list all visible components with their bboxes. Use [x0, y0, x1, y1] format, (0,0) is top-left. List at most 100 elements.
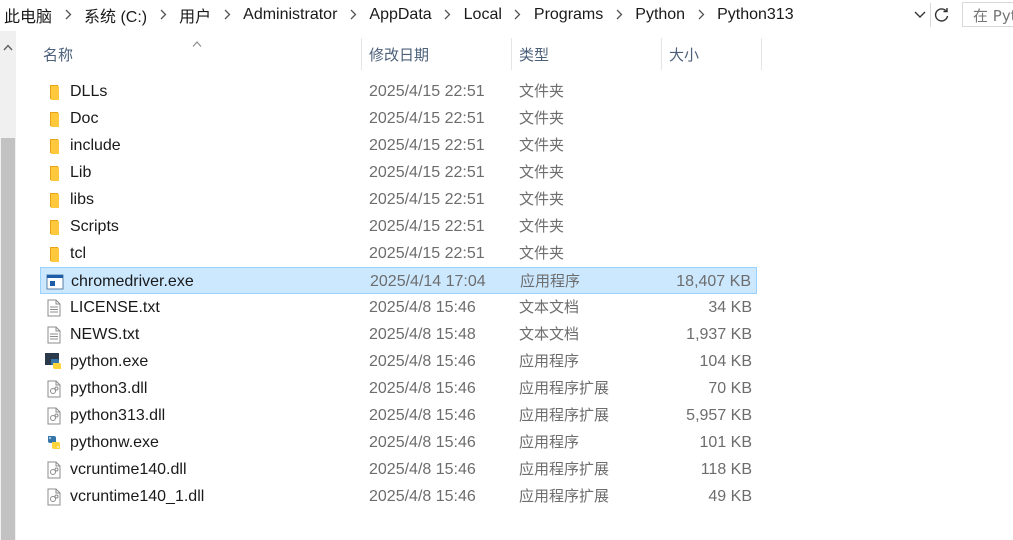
- column-divider[interactable]: [761, 38, 762, 70]
- file-name: Scripts: [70, 218, 119, 235]
- file-type: 应用程序扩展: [519, 406, 610, 424]
- file-row[interactable]: vcruntime140_1.dll 2025/4/8 15:46 应用程序扩展 49…: [40, 483, 757, 510]
- file-row[interactable]: pythonw.exe 2025/4/8 15:46 应用程序 101 KB: [40, 429, 757, 456]
- file-type: 文件夹: [519, 190, 565, 208]
- column-header-name[interactable]: 名称: [43, 38, 358, 70]
- file-name: Doc: [70, 110, 99, 127]
- file-name: LICENSE.txt: [70, 299, 160, 316]
- file-modified-date: 2025/4/8 15:46: [369, 353, 476, 370]
- column-divider[interactable]: [361, 38, 362, 70]
- file-row[interactable]: python3.dll 2025/4/8 15:46 应用程序扩展 70 KB: [40, 375, 757, 402]
- exe-app-icon: [46, 273, 64, 291]
- file-row[interactable]: Lib 2025/4/15 22:51 文件夹: [40, 159, 757, 186]
- file-name: Lib: [70, 164, 92, 181]
- breadcrumb-item[interactable]: Administrator: [238, 6, 342, 24]
- folder-icon: [45, 164, 63, 182]
- file-modified-date: 2025/4/15 22:51: [369, 83, 485, 100]
- file-row[interactable]: libs 2025/4/15 22:51 文件夹: [40, 186, 757, 213]
- folder-icon: [45, 110, 63, 128]
- file-modified-date: 2025/4/8 15:46: [369, 488, 476, 505]
- breadcrumb-item[interactable]: Python313: [712, 6, 799, 24]
- breadcrumb-chevron-icon[interactable]: [507, 7, 529, 23]
- breadcrumb-item[interactable]: Local: [459, 6, 507, 24]
- file-modified-date: 2025/4/15 22:51: [369, 110, 485, 127]
- pythonw-exe-icon: [45, 434, 63, 452]
- text-file-icon: [45, 326, 63, 344]
- folder-icon: [45, 218, 63, 236]
- file-name: vcruntime140.dll: [70, 461, 187, 478]
- dll-file-icon: [45, 407, 63, 425]
- folder-icon: [45, 245, 63, 263]
- scrollbar-thumb[interactable]: [1, 138, 15, 540]
- breadcrumb-item[interactable]: 用户: [174, 3, 216, 27]
- file-type: 文件夹: [519, 217, 565, 235]
- refresh-button[interactable]: [930, 3, 953, 27]
- breadcrumb[interactable]: 此电脑 系统 (C:) 用户 Administrator AppData Local Pro…: [0, 0, 799, 30]
- file-row[interactable]: python.exe 2025/4/8 15:46 应用程序 104 KB: [40, 348, 757, 375]
- search-input[interactable]: [962, 2, 1013, 27]
- address-bar[interactable]: 此电脑 系统 (C:) 用户 Administrator AppData Local Pro…: [0, 0, 1013, 31]
- file-modified-date: 2025/4/15 22:51: [369, 245, 485, 262]
- folder-icon: [45, 191, 63, 209]
- column-header-size[interactable]: 大小: [669, 38, 759, 70]
- file-name: python.exe: [70, 353, 149, 370]
- file-modified-date: 2025/4/15 22:51: [369, 218, 485, 235]
- file-size: 49 KB: [708, 488, 752, 505]
- file-name: DLLs: [70, 83, 108, 100]
- file-name: pythonw.exe: [70, 434, 159, 451]
- file-row[interactable]: vcruntime140.dll 2025/4/8 15:46 应用程序扩展 118 …: [40, 456, 757, 483]
- file-type: 文件夹: [519, 136, 565, 154]
- breadcrumb-chevron-icon[interactable]: [216, 7, 238, 23]
- column-header-modified[interactable]: 修改日期: [369, 38, 509, 70]
- file-row[interactable]: DLLs 2025/4/15 22:51 文件夹: [40, 78, 757, 105]
- column-header-type[interactable]: 类型: [519, 38, 659, 70]
- breadcrumb-chevron-icon[interactable]: [152, 7, 174, 23]
- file-row[interactable]: tcl 2025/4/15 22:51 文件夹: [40, 240, 757, 267]
- breadcrumb-chevron-icon[interactable]: [57, 7, 79, 23]
- file-modified-date: 2025/4/15 22:51: [369, 164, 485, 181]
- file-size: 34 KB: [708, 299, 752, 316]
- file-row[interactable]: LICENSE.txt 2025/4/8 15:46 文本文档 34 KB: [40, 294, 757, 321]
- file-row[interactable]: Scripts 2025/4/15 22:51 文件夹: [40, 213, 757, 240]
- file-name: NEWS.txt: [70, 326, 140, 343]
- folder-icon: [45, 137, 63, 155]
- file-name: vcruntime140_1.dll: [70, 488, 205, 505]
- file-size: 70 KB: [708, 380, 752, 397]
- file-row[interactable]: Doc 2025/4/15 22:51 文件夹: [40, 105, 757, 132]
- scroll-up-button[interactable]: [0, 37, 16, 57]
- file-modified-date: 2025/4/8 15:46: [369, 299, 476, 316]
- file-type: 文本文档: [519, 298, 580, 316]
- address-history-button[interactable]: [910, 4, 930, 26]
- file-size: 1,937 KB: [686, 326, 752, 343]
- file-row[interactable]: python313.dll 2025/4/8 15:46 应用程序扩展 5,957 K…: [40, 402, 757, 429]
- file-size: 18,407 KB: [676, 273, 751, 290]
- file-row[interactable]: include 2025/4/15 22:51 文件夹: [40, 132, 757, 159]
- breadcrumb-item[interactable]: Python: [630, 6, 690, 24]
- breadcrumb-item[interactable]: 此电脑: [0, 3, 57, 27]
- file-row[interactable]: chromedriver.exe 2025/4/14 17:04 应用程序 18,40…: [40, 267, 757, 294]
- breadcrumb-chevron-icon[interactable]: [437, 7, 459, 23]
- file-type: 应用程序: [519, 433, 580, 451]
- chevron-down-icon: [914, 11, 926, 18]
- breadcrumb-item[interactable]: AppData: [364, 6, 436, 24]
- breadcrumb-chevron-icon[interactable]: [608, 7, 630, 23]
- text-file-icon: [45, 299, 63, 317]
- breadcrumb-chevron-icon[interactable]: [690, 7, 712, 23]
- file-row[interactable]: NEWS.txt 2025/4/8 15:48 文本文档 1,937 KB: [40, 321, 757, 348]
- file-type: 应用程序扩展: [519, 379, 610, 397]
- column-divider[interactable]: [511, 38, 512, 70]
- column-divider[interactable]: [661, 38, 662, 70]
- python-exe-icon: [45, 353, 63, 371]
- file-modified-date: 2025/4/8 15:46: [369, 407, 476, 424]
- file-type: 文件夹: [519, 82, 565, 100]
- file-type: 应用程序扩展: [519, 460, 610, 478]
- dll-file-icon: [45, 380, 63, 398]
- breadcrumb-item[interactable]: 系统 (C:): [79, 3, 152, 27]
- breadcrumb-chevron-icon[interactable]: [342, 7, 364, 23]
- file-type: 应用程序扩展: [519, 487, 610, 505]
- dll-file-icon: [45, 488, 63, 506]
- file-modified-date: 2025/4/8 15:46: [369, 461, 476, 478]
- file-modified-date: 2025/4/14 17:04: [370, 273, 486, 290]
- file-name: include: [70, 137, 121, 154]
- breadcrumb-item[interactable]: Programs: [529, 6, 608, 24]
